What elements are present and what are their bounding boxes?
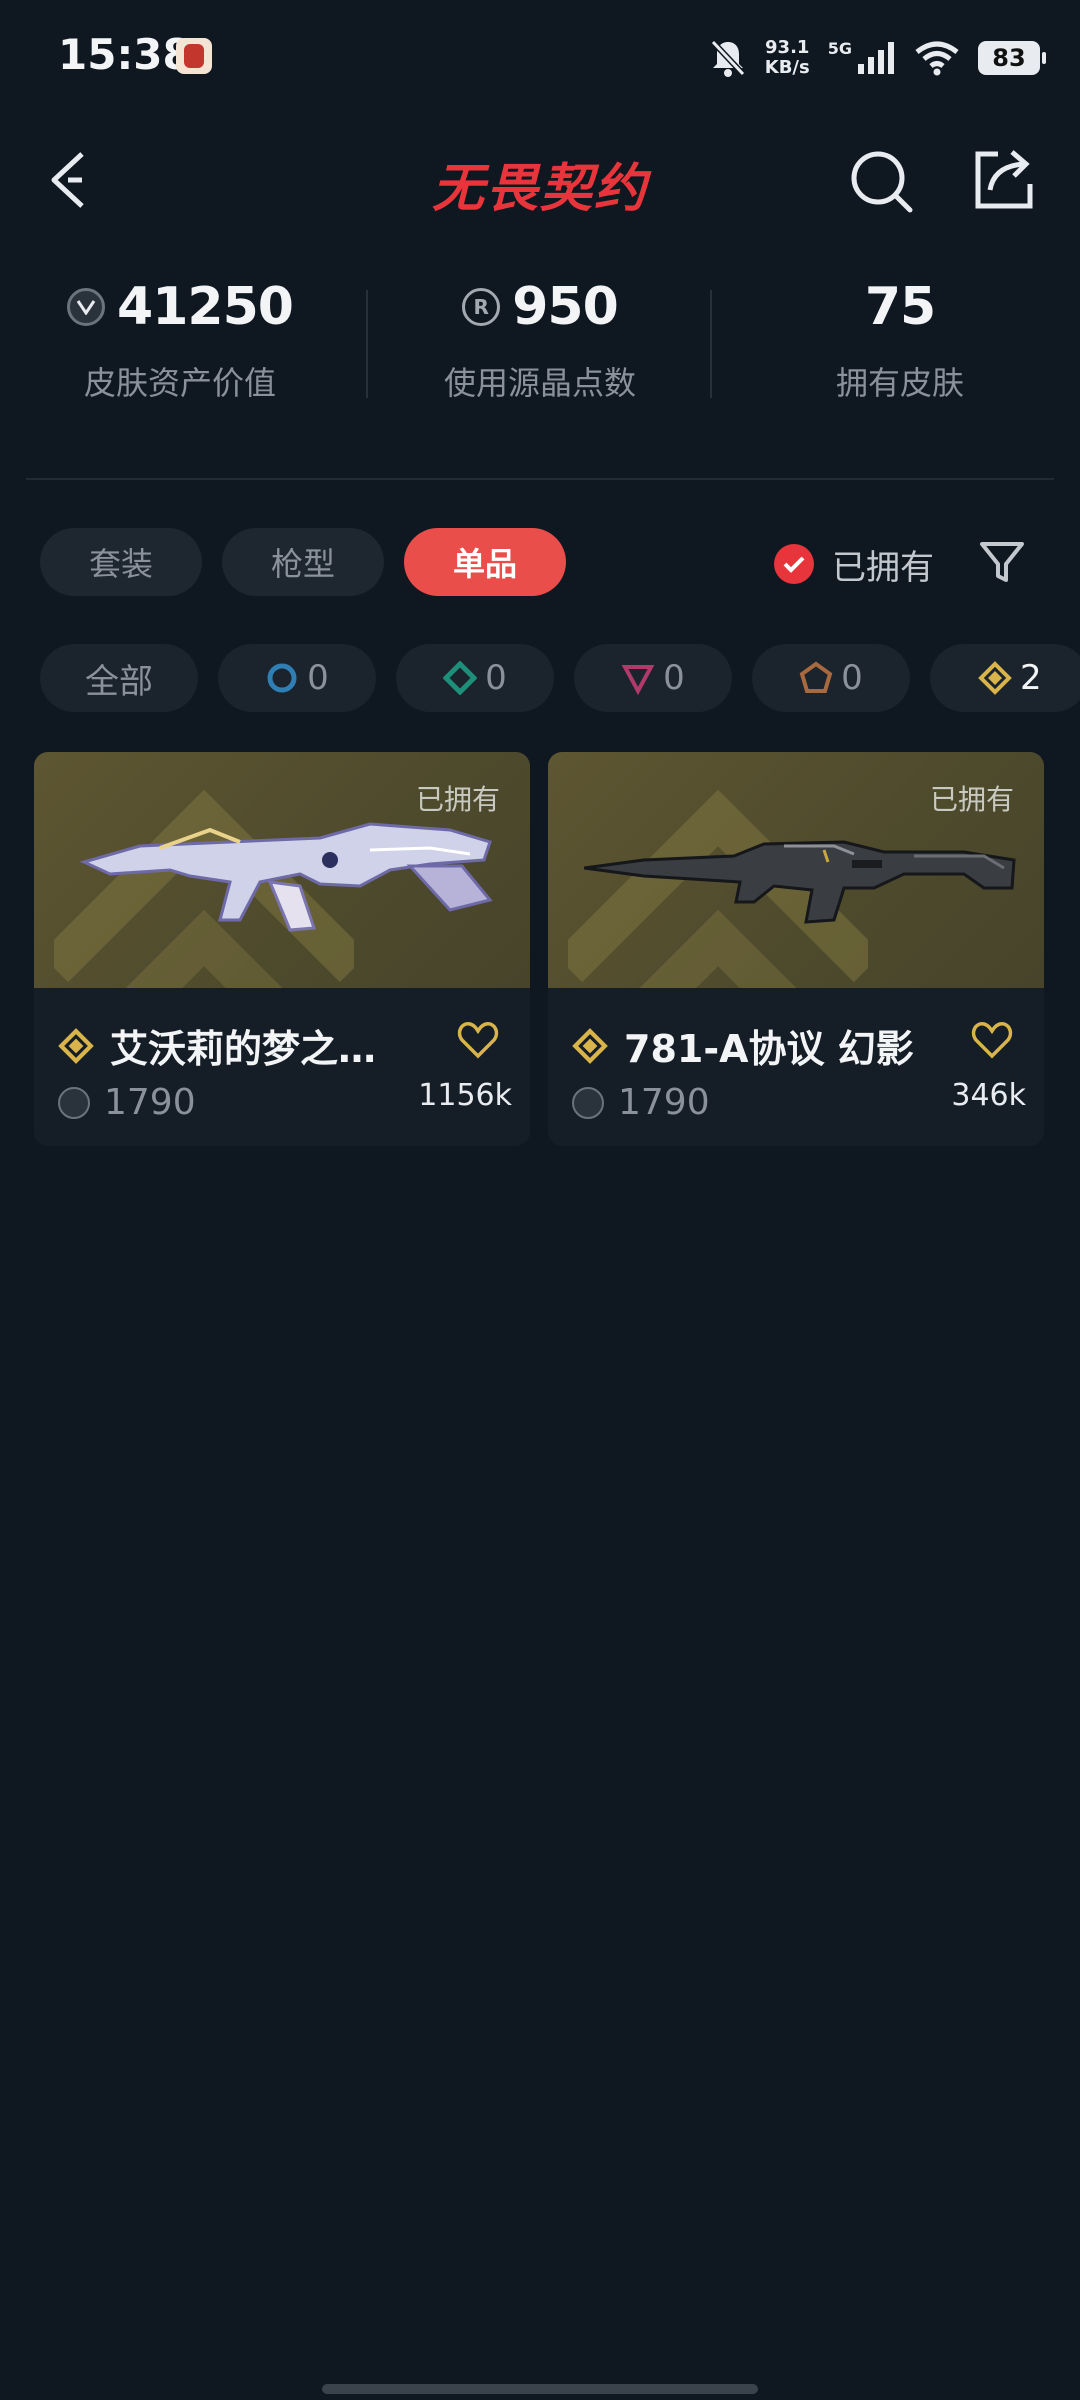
stat-label: 皮肤资产价值	[83, 364, 276, 402]
category-tabs: 套装 枪型 单品	[40, 528, 566, 596]
skin-price-row: 1790	[572, 1082, 710, 1123]
cell-signal-icon	[858, 42, 894, 74]
stat-label: 使用源晶点数	[443, 364, 636, 402]
battery-level: 83	[992, 44, 1026, 72]
vp-coin-icon	[58, 1086, 90, 1119]
ultra-tier-icon	[799, 661, 833, 693]
like-count: 1156k	[418, 1078, 512, 1113]
chip-deluxe-tier[interactable]: 0	[396, 644, 554, 712]
chip-select-tier[interactable]: 0	[218, 644, 376, 712]
skin-title-row: 781-A协议 幻影	[572, 1018, 1024, 1073]
tab-bundle[interactable]: 套装	[40, 528, 202, 596]
app-notification-icon	[176, 38, 212, 74]
skin-title-row: 艾沃莉的梦之…	[58, 1018, 510, 1073]
network-type-label: 5G	[827, 38, 852, 58]
deluxe-tier-icon	[443, 661, 478, 695]
like-count: 346k	[951, 1078, 1026, 1113]
rarity-filter-chips: 全部 0 0 0 0 2	[40, 644, 1080, 712]
skin-card[interactable]: 已拥有 781-A协议 幻影 1790 346k	[548, 752, 1044, 1146]
stat-owned-skins: 75 拥有皮肤	[720, 270, 1080, 420]
checkbox-checked-icon[interactable]	[774, 544, 814, 584]
vp-coin-icon	[67, 288, 106, 326]
page-title-logo: 无畏契约	[431, 159, 648, 219]
chip-count: 0	[841, 658, 863, 698]
favorite-heart-icon[interactable]	[970, 1018, 1014, 1062]
chip-all[interactable]: 全部	[40, 644, 198, 712]
owned-tag: 已拥有	[415, 783, 500, 816]
skin-price: 1790	[618, 1082, 710, 1123]
tab-single-item[interactable]: 单品	[404, 528, 566, 596]
network-speed-unit: KB/s	[764, 57, 810, 78]
stat-value: 950	[512, 277, 619, 337]
gesture-home-indicator[interactable]	[322, 2384, 758, 2394]
chip-ultra-tier[interactable]: 0	[752, 644, 910, 712]
stat-divider	[366, 290, 368, 398]
vp-coin-icon	[572, 1086, 604, 1119]
favorite-heart-icon[interactable]	[456, 1018, 500, 1062]
owned-only-toggle[interactable]: 已拥有	[774, 536, 934, 592]
exclusive-tier-icon	[978, 661, 1012, 695]
battery-indicator: 83	[978, 41, 1046, 75]
skin-image: 已拥有	[34, 752, 530, 988]
chip-count: 0	[663, 658, 685, 698]
radianite-coin-icon: R	[462, 288, 501, 326]
skin-image: 已拥有	[548, 752, 1044, 988]
skin-name: 781-A协议 幻影	[624, 1027, 914, 1071]
top-nav-bar: 无畏契约	[0, 120, 1080, 240]
chip-exclusive-tier[interactable]: 2	[930, 644, 1080, 712]
wifi-icon	[915, 41, 959, 76]
stat-value: 75	[864, 277, 936, 337]
exclusive-tier-icon	[58, 1027, 94, 1064]
share-icon[interactable]	[968, 144, 1038, 214]
owned-only-label: 已拥有	[832, 547, 934, 588]
tab-weapon-type[interactable]: 枪型	[222, 528, 384, 596]
network-speed: 93.1 KB/s	[765, 38, 810, 78]
stat-skin-value: 41250 皮肤资产价值	[0, 270, 360, 420]
skin-price: 1790	[104, 1082, 196, 1123]
network-speed-value: 93.1	[765, 37, 810, 58]
stat-value: 41250	[117, 277, 294, 337]
skin-price-row: 1790	[58, 1082, 196, 1123]
exclusive-tier-icon	[572, 1027, 608, 1064]
skin-card[interactable]: 已拥有 艾沃莉的梦之… 1790 1156k	[34, 752, 530, 1146]
chip-count: 0	[485, 658, 507, 698]
owned-tag: 已拥有	[929, 783, 1014, 816]
stats-summary: 41250 皮肤资产价值 R 950 使用源晶点数 75 拥有皮肤	[0, 270, 1080, 420]
search-icon[interactable]	[846, 146, 916, 216]
filter-icon[interactable]	[976, 536, 1028, 588]
chip-count: 2	[1020, 658, 1042, 698]
premium-tier-icon	[621, 665, 655, 695]
stat-radianite-used: R 950 使用源晶点数	[360, 270, 720, 420]
chip-premium-tier[interactable]: 0	[574, 644, 732, 712]
chip-label: 全部	[85, 661, 153, 702]
chip-count: 0	[307, 658, 329, 698]
select-tier-icon	[267, 663, 297, 693]
skin-collection-page: 15:38 93.1 KB/s 5G 83 无畏契约 41250 皮肤资产价值 …	[0, 0, 1080, 2400]
stat-divider	[710, 290, 712, 398]
status-time: 15:38	[58, 30, 192, 79]
status-bar: 15:38 93.1 KB/s 5G 83	[0, 0, 1080, 120]
section-divider	[26, 478, 1054, 480]
skin-name: 艾沃莉的梦之…	[110, 1027, 377, 1071]
stat-label: 拥有皮肤	[835, 364, 964, 402]
mute-bell-icon	[710, 39, 745, 77]
